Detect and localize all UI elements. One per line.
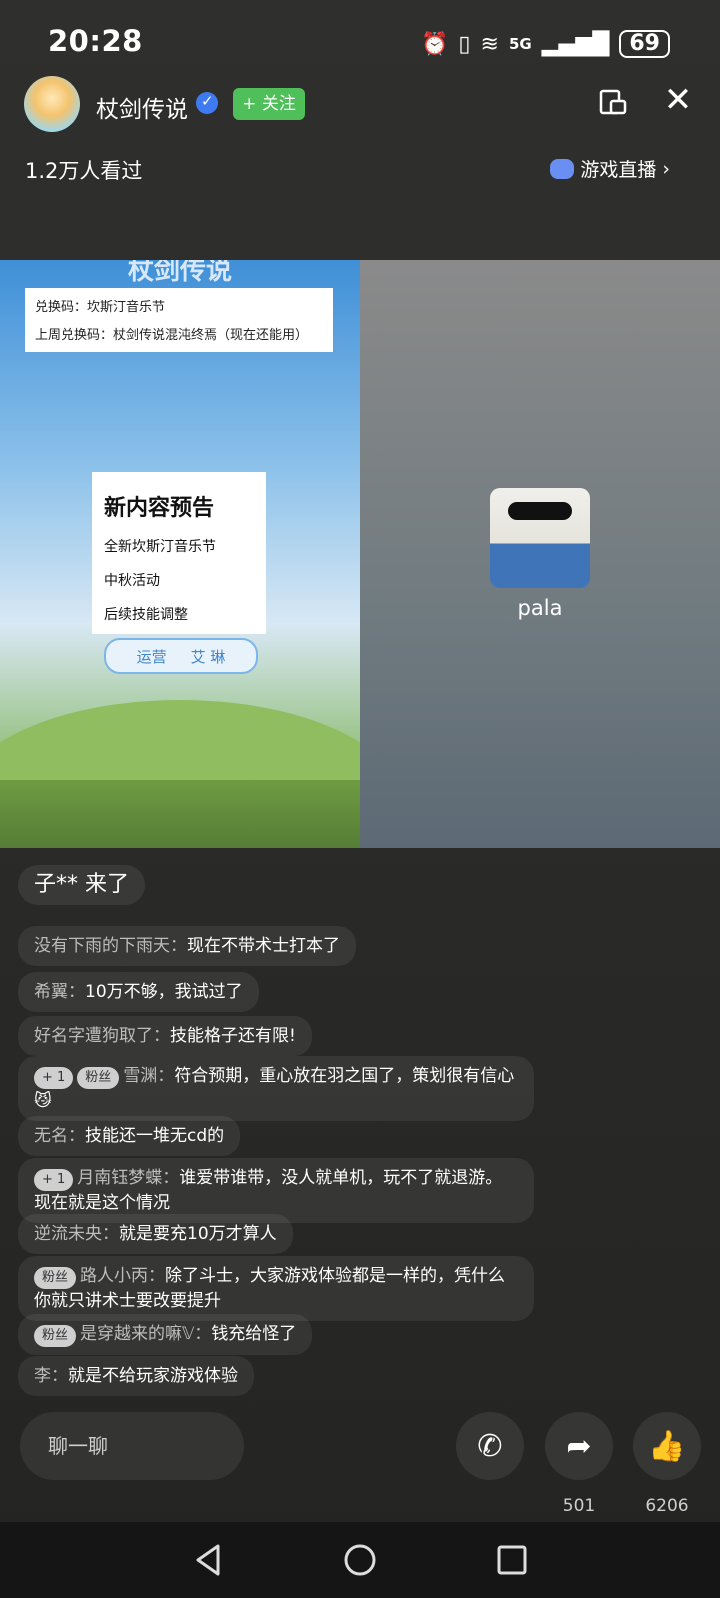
chat-text: 现在不带术士打本了	[187, 936, 340, 956]
main-stream-view[interactable]: 杖剑传说 兑换码：坎斯汀音乐节 上周兑换码：杖剑传说混沌终焉（现在还能用） 新内…	[0, 260, 360, 848]
live-header: 杖剑传说 + 关注 ✕	[0, 76, 720, 136]
like-count: 6206	[645, 1496, 689, 1516]
share-button[interactable]: ➦	[545, 1412, 613, 1480]
redeem-code-box: 兑换码：坎斯汀音乐节 上周兑换码：杖剑传说混沌终焉（现在还能用）	[25, 288, 333, 352]
phone-video-icon: ✆	[477, 1428, 503, 1464]
chat-username: 雪渊：	[123, 1066, 175, 1086]
chat-message[interactable]: 无名：技能还一堆无cd的	[18, 1116, 241, 1156]
chat-username: 路人小丙：	[80, 1266, 166, 1286]
guest-name: pala	[517, 596, 563, 620]
fan-badge: 粉丝	[77, 1067, 120, 1089]
chat-message[interactable]: + 1 粉丝 雪渊：符合预期，重心放在羽之国了，策划很有信心😼	[18, 1056, 534, 1121]
network-label: 5G	[508, 35, 532, 53]
system-navigation-bar	[0, 1522, 720, 1598]
preview-item: 全新坎斯汀音乐节	[104, 539, 216, 555]
recents-icon[interactable]	[492, 1540, 532, 1580]
chat-username: 好名字遭狗取了：	[34, 1026, 170, 1046]
chat-text: 技能还一堆无cd的	[85, 1126, 225, 1146]
chat-message[interactable]: 粉丝 是穿越来的嘛𝕍：钱充给怪了	[18, 1314, 313, 1355]
level-badge: + 1	[34, 1067, 74, 1089]
chat-message[interactable]: 李：就是不给玩家游戏体验	[18, 1356, 254, 1396]
chat-message[interactable]: 逆流未央：就是要充10万才算人	[18, 1214, 293, 1254]
like-button[interactable]: 👍	[633, 1412, 701, 1480]
chat-username: 无名：	[34, 1126, 85, 1146]
alarm-icon: ⏰	[420, 31, 449, 57]
preview-item: 中秋活动	[104, 573, 160, 589]
thumbs-up-icon: 👍	[648, 1428, 686, 1464]
chat-message[interactable]: 没有下雨的下雨天：现在不带术士打本了	[18, 926, 356, 966]
share-arrow-icon: ➦	[566, 1428, 592, 1464]
previous-code-line: 上周兑换码：杖剑传说混沌终焉（现在还能用）	[35, 328, 309, 343]
chat-message[interactable]: 粉丝 路人小丙：除了斗士，大家游戏体验都是一样的，凭什么你就只讲术士要改要提升	[18, 1256, 534, 1321]
enter-notice: 子** 来了	[18, 865, 145, 905]
signal-icon: ▂▄▆█	[541, 31, 610, 57]
bottom-action-bar: 聊一聊 ✆ ➦ 501 👍 6206	[0, 1412, 720, 1522]
picture-in-picture-icon[interactable]	[598, 86, 628, 116]
voice-link-button[interactable]: ✆	[456, 1412, 524, 1480]
chat-username: 月南钰梦蝶：	[77, 1168, 180, 1188]
home-icon[interactable]	[340, 1540, 380, 1580]
chat-text: 就是不给玩家游戏体验	[68, 1366, 238, 1386]
wifi-icon: ≋	[480, 31, 499, 57]
operator-tag: 运营 艾 琳	[104, 638, 258, 674]
chat-message[interactable]: 希翼：10万不够，我试过了	[18, 972, 259, 1012]
chat-username: 是穿越来的嘛𝕍：	[80, 1324, 212, 1344]
streamer-avatar[interactable]	[24, 76, 80, 132]
operator-name: 艾 琳	[190, 647, 226, 666]
preview-title: 新内容预告	[104, 496, 215, 521]
operator-role: 运营	[136, 647, 167, 666]
fan-badge: 粉丝	[34, 1267, 77, 1289]
chat-message[interactable]: 好名字遭狗取了：技能格子还有限!	[18, 1016, 312, 1056]
chat-username: 李：	[34, 1366, 68, 1386]
preview-item: 后续技能调整	[104, 607, 188, 623]
background-flowers	[0, 780, 360, 848]
share-count: 501	[562, 1496, 596, 1516]
chat-input[interactable]: 聊一聊	[20, 1412, 244, 1480]
gamepad-icon	[550, 158, 575, 179]
status-icons: ⏰ ▯ ≋ 5G ▂▄▆█ 69	[421, 30, 670, 58]
redeem-code-line: 兑换码：坎斯汀音乐节	[35, 300, 166, 315]
battery-indicator: 69	[619, 30, 670, 58]
sunglasses-image	[508, 502, 572, 520]
chat-username: 没有下雨的下雨天：	[34, 936, 187, 956]
clock: 20:28	[48, 24, 143, 58]
guest-avatar	[490, 488, 590, 588]
follow-button[interactable]: + 关注	[233, 88, 305, 120]
chat-text: 就是要充10万才算人	[119, 1224, 277, 1244]
chat-text: 技能格子还有限!	[170, 1026, 296, 1046]
content-preview-box: 新内容预告 全新坎斯汀音乐节 中秋活动 后续技能调整	[92, 472, 266, 634]
category-link[interactable]: 游戏直播 ›	[550, 155, 670, 182]
level-badge: + 1	[34, 1169, 74, 1191]
status-bar: 20:28 ⏰ ▯ ≋ 5G ▂▄▆█ 69	[0, 0, 720, 80]
category-label: 游戏直播	[580, 159, 657, 181]
verified-icon	[196, 92, 218, 114]
vibrate-icon: ▯	[458, 31, 471, 57]
viewer-count: 1.2万人看过	[25, 159, 143, 183]
chat-text: 10万不够，我试过了	[85, 982, 243, 1002]
back-icon[interactable]	[188, 1540, 228, 1580]
close-icon[interactable]: ✕	[662, 83, 694, 117]
streamer-name[interactable]: 杖剑传说	[96, 90, 188, 124]
game-title-watermark: 杖剑传说	[128, 260, 233, 286]
fan-badge: 粉丝	[34, 1325, 77, 1347]
chat-username: 逆流未央：	[34, 1224, 119, 1244]
chevron-right-icon: ›	[662, 157, 670, 180]
chat-username: 希翼：	[34, 982, 85, 1002]
chat-text: 钱充给怪了	[211, 1324, 297, 1344]
